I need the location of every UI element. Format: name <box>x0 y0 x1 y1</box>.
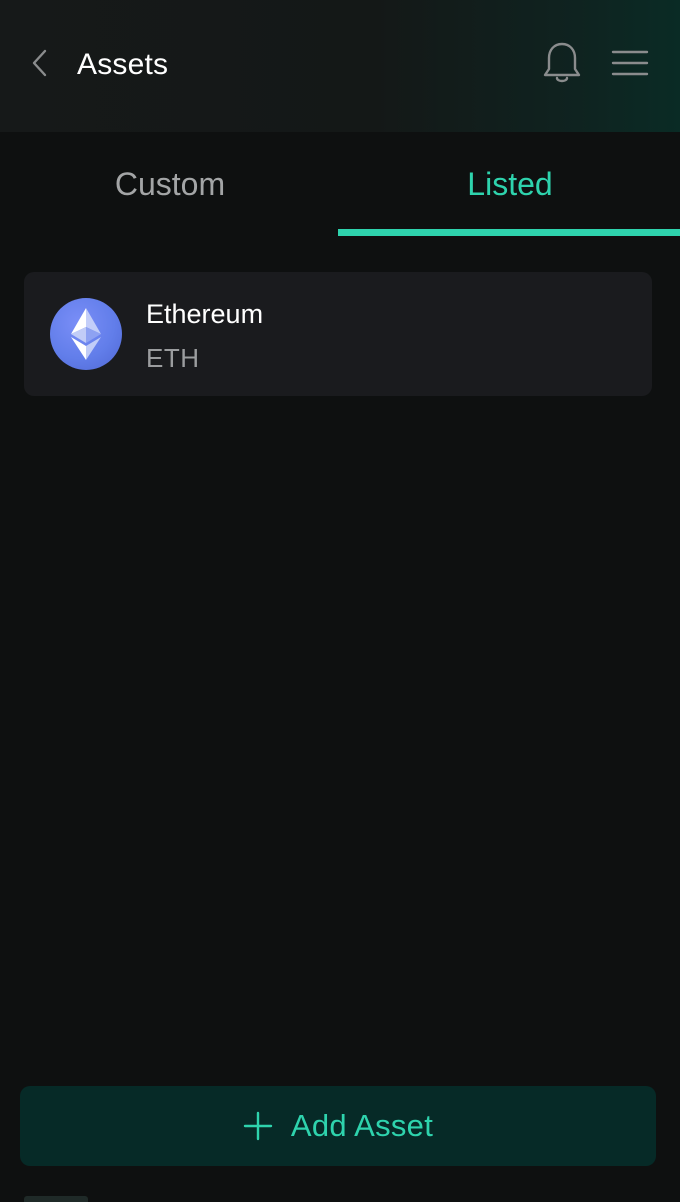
bell-icon <box>542 40 582 91</box>
back-button[interactable] <box>22 46 58 84</box>
chevron-left-icon <box>30 47 50 84</box>
ethereum-logo-icon <box>50 298 122 370</box>
plus-icon <box>243 1111 273 1141</box>
asset-list-item[interactable]: Ethereum ETH <box>24 272 652 396</box>
hamburger-menu-icon <box>610 47 650 84</box>
assets-screen: Assets Custom Listed Ethereum ETH Add As… <box>0 0 680 1202</box>
notifications-button[interactable] <box>540 42 584 88</box>
tab-custom[interactable]: Custom <box>0 132 340 236</box>
add-asset-label: Add Asset <box>290 1108 434 1143</box>
menu-button[interactable] <box>608 44 652 86</box>
active-tab-indicator <box>338 229 680 236</box>
tab-listed[interactable]: Listed <box>340 132 680 236</box>
asset-symbol: ETH <box>146 343 200 373</box>
asset-name: Ethereum <box>146 299 264 329</box>
add-asset-button[interactable]: Add Asset <box>20 1086 656 1166</box>
page-title: Assets <box>77 48 169 81</box>
bottom-edge-hint <box>24 1196 88 1202</box>
asset-tabs: Custom Listed <box>0 132 680 236</box>
top-bar: Assets <box>0 0 680 132</box>
